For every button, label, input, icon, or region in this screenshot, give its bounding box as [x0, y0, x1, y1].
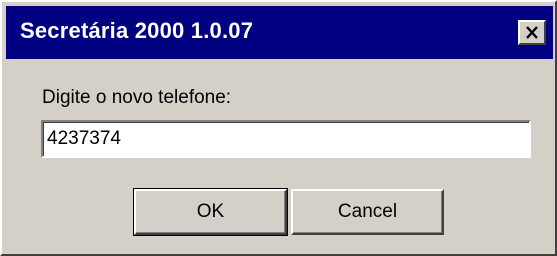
cancel-button[interactable]: Cancel [291, 189, 444, 235]
title-bar[interactable]: Secretária 2000 1.0.07 [6, 6, 553, 59]
close-icon [526, 26, 538, 39]
input-dialog: Secretária 2000 1.0.07 Digite o novo tel… [0, 0, 557, 256]
ok-button[interactable]: OK [133, 188, 288, 236]
window-title: Secretária 2000 1.0.07 [20, 18, 254, 43]
phone-input[interactable] [41, 120, 531, 158]
close-button[interactable] [518, 20, 546, 45]
prompt-label: Digite o novo telefone: [42, 87, 232, 108]
